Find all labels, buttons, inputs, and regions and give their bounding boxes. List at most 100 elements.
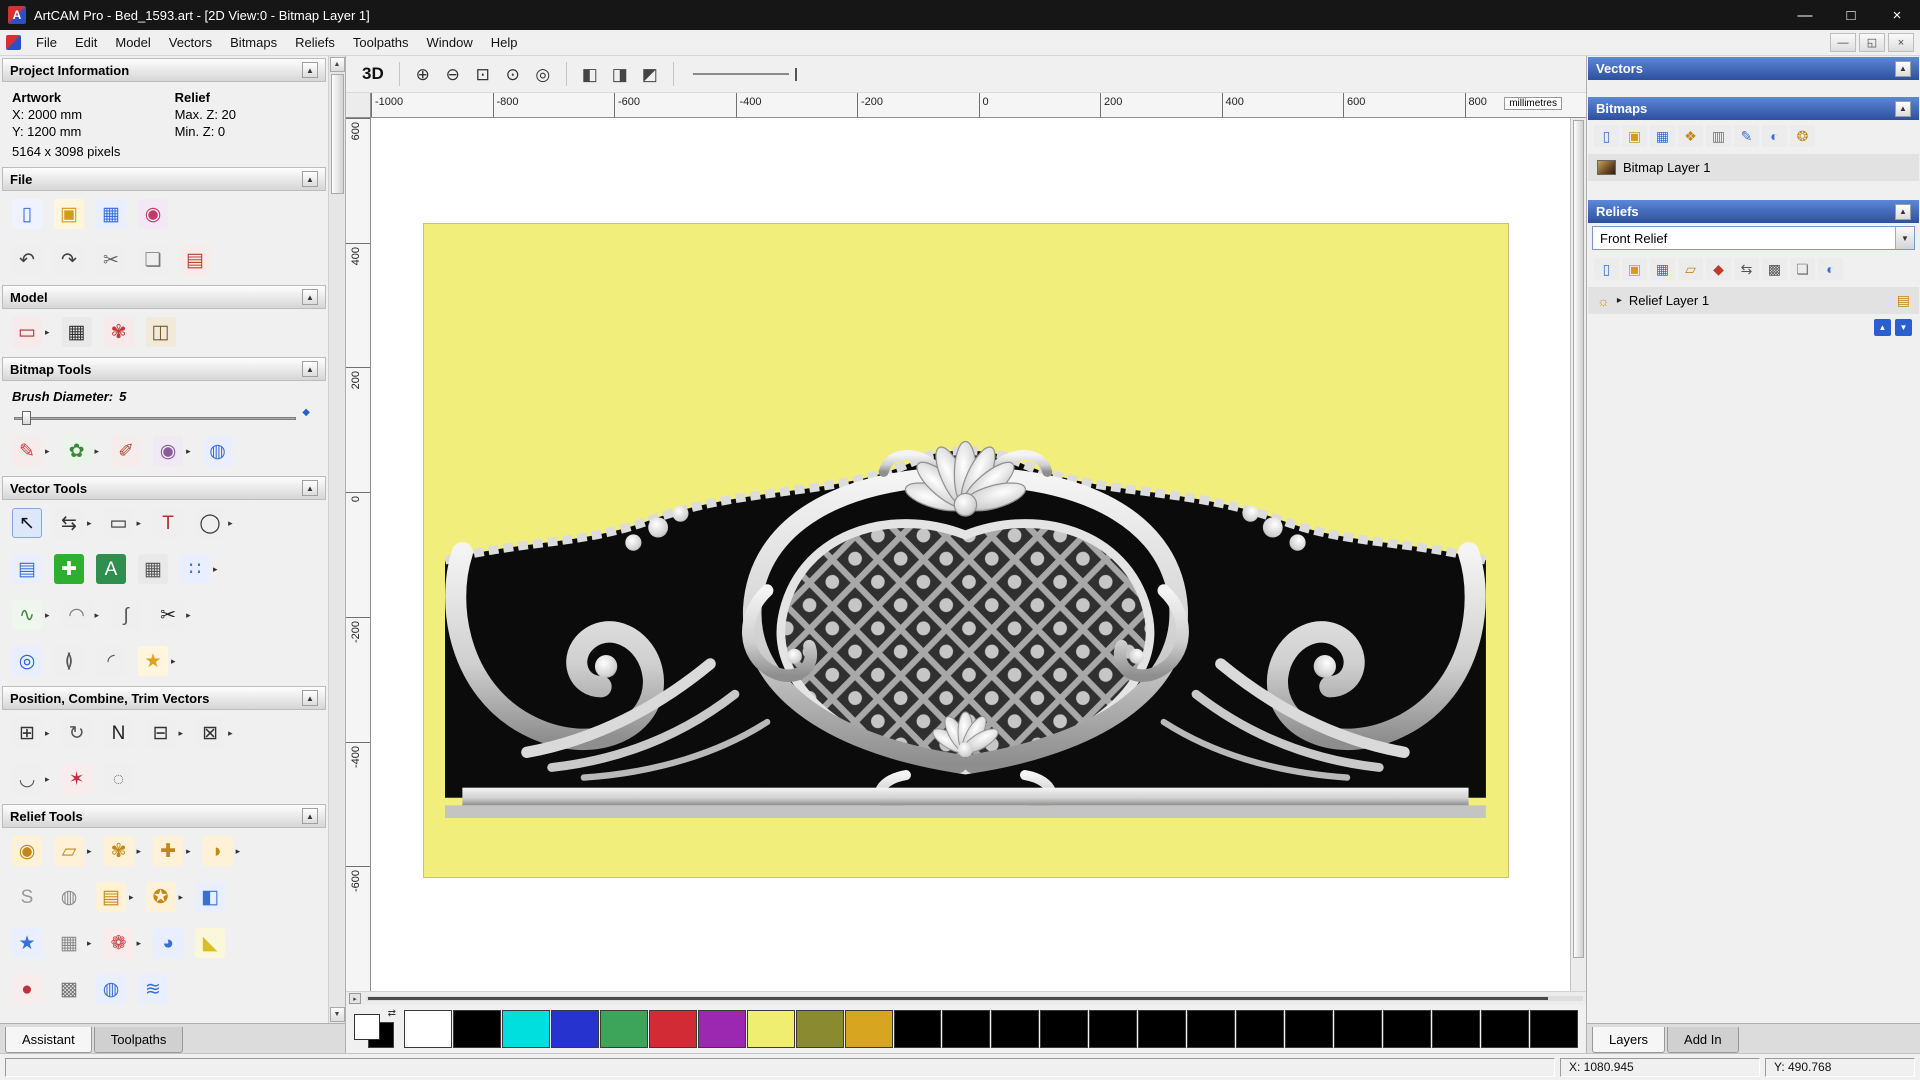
copy-icon[interactable]: ❏ — [138, 245, 168, 275]
dome-relief-icon[interactable]: ◗ — [203, 836, 233, 866]
bitmaps-section-header[interactable]: Bitmaps ▲ — [1588, 97, 1919, 120]
tab-layers[interactable]: Layers — [1592, 1027, 1665, 1053]
collapse-reliefs-button[interactable]: ▲ — [1895, 204, 1911, 220]
smudge-relief-icon[interactable]: S — [12, 882, 42, 912]
undo-icon[interactable]: ↶ — [12, 245, 42, 275]
create-ellipse-icon[interactable]: ◯ — [195, 508, 225, 538]
add-relief-icon[interactable]: ✚ — [153, 836, 183, 866]
dome-relief-icon-flyout[interactable]: ▸ — [236, 846, 241, 857]
rotate-copy-icon[interactable]: ↻ — [62, 718, 92, 748]
slider-track[interactable] — [14, 417, 296, 420]
create-rectangle-icon[interactable]: ▭ — [104, 508, 134, 538]
select-vectors-icon[interactable]: ↖ — [12, 508, 42, 538]
new-relief-icon[interactable]: ▯ — [1594, 258, 1619, 280]
mdi-restore-button[interactable]: ◱ — [1859, 33, 1885, 52]
collapse-vector-tools-button[interactable]: ▲ — [302, 480, 318, 496]
node-editing-icon[interactable]: ✚ — [54, 554, 84, 584]
maximize-button[interactable]: □ — [1828, 0, 1874, 30]
palette-swatch-12[interactable] — [991, 1010, 1039, 1048]
canvas-2d-view[interactable] — [371, 118, 1570, 991]
minimize-button[interactable]: — — [1782, 0, 1828, 30]
canvas-horizontal-scrollbar[interactable]: ▸ — [346, 991, 1586, 1005]
collapse-vectors-button[interactable]: ▲ — [1895, 61, 1911, 77]
paint-selective-icon-flyout[interactable]: ▸ — [95, 446, 100, 457]
palette-swatch-16[interactable] — [1187, 1010, 1235, 1048]
transform-vectors-icon-flyout[interactable]: ▸ — [87, 518, 92, 529]
zoom-in-icon[interactable]: ⊕ — [409, 61, 437, 87]
open-relief-icon[interactable]: ▣ — [1622, 258, 1647, 280]
save-model-icon[interactable]: ▦ — [96, 199, 126, 229]
texture-relief-icon[interactable]: ◍ — [54, 882, 84, 912]
line-width-preview[interactable] — [693, 73, 789, 75]
relief-select-dropdown-icon[interactable]: ▼ — [1895, 227, 1914, 249]
tab-add-in[interactable]: Add In — [1667, 1027, 1739, 1053]
palette-swatch-3[interactable] — [551, 1010, 599, 1048]
menu-item-help[interactable]: Help — [482, 32, 527, 53]
hscroll-arrow-button[interactable]: ▸ — [349, 993, 361, 1004]
block-copy-icon-flyout[interactable]: ▸ — [179, 728, 184, 739]
spin-relief-icon[interactable]: ❁ — [104, 928, 134, 958]
nesting-icon[interactable]: N — [104, 718, 134, 748]
panel-scrollbar[interactable]: ▲ ▼ — [328, 56, 345, 1023]
transform-vectors-icon[interactable]: ⇆ — [54, 508, 84, 538]
bezier-edit-icon[interactable]: ∫ — [111, 600, 141, 630]
menu-item-vectors[interactable]: Vectors — [160, 32, 221, 53]
calculate-layer-icon[interactable]: ▩ — [1762, 258, 1787, 280]
swirl-relief-icon[interactable]: ◕ — [153, 928, 183, 958]
ruler-unit-label[interactable]: millimetres — [1504, 97, 1562, 110]
palette-swatch-19[interactable] — [1334, 1010, 1382, 1048]
sphere-relief-icon[interactable]: ◍ — [96, 974, 126, 1004]
bitmap-layer-row[interactable]: Bitmap Layer 1 — [1588, 154, 1919, 181]
palette-swatch-4[interactable] — [600, 1010, 648, 1048]
open-bitmap-icon[interactable]: ▣ — [1622, 125, 1647, 147]
mesh-relief-icon[interactable]: ▩ — [54, 974, 84, 1004]
view-3d-button[interactable]: 3D — [356, 63, 390, 85]
slider-thumb[interactable] — [22, 411, 31, 425]
zoom-out-icon[interactable]: ⊖ — [439, 61, 467, 87]
palette-swatch-22[interactable] — [1481, 1010, 1529, 1048]
sculpt-model-icon[interactable]: ✾ — [104, 317, 134, 347]
sculpting-icon-flyout[interactable]: ▸ — [137, 846, 142, 857]
palette-swatch-23[interactable] — [1530, 1010, 1578, 1048]
toggle-model-view-icon[interactable]: ◧ — [576, 61, 604, 87]
mdi-minimize-button[interactable]: — — [1830, 33, 1856, 52]
tab-toolpaths[interactable]: Toolpaths — [94, 1027, 184, 1053]
palette-swatch-13[interactable] — [1040, 1010, 1088, 1048]
model-artboard[interactable] — [423, 223, 1509, 878]
layer-visibility-icon[interactable]: ☼ — [1597, 293, 1610, 309]
offset-vectors-icon[interactable]: ◎ — [12, 646, 42, 676]
align-vectors-icon[interactable]: ⊞ — [12, 718, 42, 748]
collapse-model-button[interactable]: ▲ — [302, 289, 318, 305]
menu-item-window[interactable]: Window — [418, 32, 482, 53]
collapse-relief-tools-button[interactable]: ▲ — [302, 808, 318, 824]
adjust-model-icon[interactable]: ▦ — [62, 317, 92, 347]
fit-arcs-icon[interactable]: ◠ — [62, 600, 92, 630]
collapse-bitmap-tools-button[interactable]: ▲ — [302, 361, 318, 377]
grid-snap-icon[interactable]: ▦ — [138, 554, 168, 584]
zoom-objects-icon[interactable]: ◎ — [529, 61, 557, 87]
collapse-project-information-button[interactable]: ▲ — [302, 62, 318, 78]
canvas-vertical-scrollbar[interactable] — [1570, 118, 1586, 991]
sculpting-icon[interactable]: ✾ — [104, 836, 134, 866]
palette-swatch-2[interactable] — [502, 1010, 550, 1048]
palette-swatch-0[interactable] — [404, 1010, 452, 1048]
palette-swatch-10[interactable] — [894, 1010, 942, 1048]
bitmap-transparency-icon[interactable]: ◐ — [1762, 125, 1787, 147]
create-rectangle-icon-flyout[interactable]: ▸ — [137, 518, 142, 529]
palette-swatch-11[interactable] — [942, 1010, 990, 1048]
tab-assistant[interactable]: Assistant — [5, 1027, 92, 1053]
hscroll-track[interactable] — [366, 996, 1583, 1001]
new-model-icon[interactable]: ▯ — [12, 199, 42, 229]
menu-item-toolpaths[interactable]: Toolpaths — [344, 32, 418, 53]
zoom-fit-icon[interactable]: ⊙ — [499, 61, 527, 87]
flood-fill-icon[interactable]: ◉ — [153, 436, 183, 466]
palette-swatch-17[interactable] — [1236, 1010, 1284, 1048]
brush-diameter-slider[interactable]: ◆ — [14, 410, 310, 426]
zoom-window-icon[interactable]: ⊡ — [469, 61, 497, 87]
mdi-close-button[interactable]: × — [1888, 33, 1914, 52]
bitmap-colours-icon[interactable]: ❖ — [1678, 125, 1703, 147]
angle-plane-icon[interactable]: ◣ — [195, 928, 225, 958]
create-ellipse-icon-flyout[interactable]: ▸ — [228, 518, 233, 529]
palette-swatch-6[interactable] — [698, 1010, 746, 1048]
create-polyline-icon[interactable]: ∿ — [12, 600, 42, 630]
